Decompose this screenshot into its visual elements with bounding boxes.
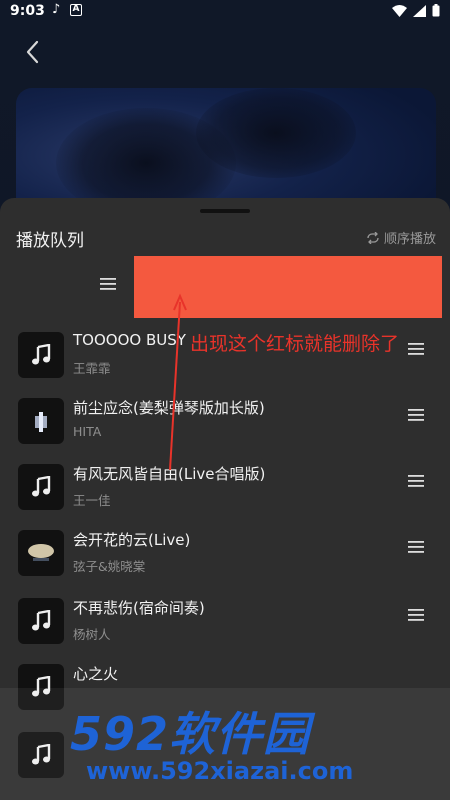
status-bar: 9:03 ♪ A	[0, 0, 450, 24]
drag-handle-icon[interactable]	[408, 540, 424, 554]
sheet-drag-handle[interactable]	[200, 209, 250, 213]
song-title: 会开花的云(Live)	[73, 531, 191, 549]
queue-item[interactable]: 不再悲伤(宿命间奏) 杨树人	[0, 594, 450, 652]
song-artist: 王一佳	[73, 493, 111, 508]
drag-handle-icon[interactable]	[408, 474, 424, 488]
song-artist: 王霏霏	[73, 361, 111, 376]
song-title: 不再悲伤(宿命间奏)	[73, 599, 205, 617]
song-thumbnail	[18, 464, 64, 510]
status-time: 9:03	[10, 3, 45, 19]
song-artist: HITA	[73, 424, 102, 439]
album-art-thumbnail	[18, 530, 64, 576]
signal-icon	[413, 4, 426, 17]
song-title: 有风无风皆自由(Live合唱版)	[73, 465, 266, 483]
song-artist: 弦子&姚晓棠	[73, 559, 146, 574]
play-order-label: 顺序播放	[383, 232, 436, 247]
play-order-button[interactable]: 顺序播放	[366, 228, 436, 247]
music-note-icon	[32, 344, 51, 365]
back-icon[interactable]	[22, 38, 44, 66]
music-note-icon: ♪	[52, 2, 61, 17]
album-art-figure-icon	[35, 412, 47, 432]
song-thumbnail	[18, 332, 64, 378]
song-title: 心之火	[73, 665, 119, 683]
app-notification-icon: A	[70, 4, 82, 16]
album-art-thumbnail	[18, 398, 64, 444]
queue-item[interactable]: 有风无风皆自由(Live合唱版) 王一佳	[0, 460, 450, 518]
music-note-icon	[32, 476, 51, 497]
music-note-icon	[32, 610, 51, 631]
queue-item[interactable]: 会开花的云(Live) 弦子&姚晓棠	[0, 526, 450, 584]
watermark-url: www.592xiazai.com	[86, 757, 354, 785]
song-title: TOOOOO BUSY	[73, 331, 186, 349]
watermark-logo: 592软件园	[70, 707, 311, 761]
drag-handle-icon[interactable]	[408, 342, 424, 356]
wifi-icon	[392, 4, 407, 17]
drag-handle-icon[interactable]	[408, 608, 424, 622]
album-art-badge-icon	[28, 544, 54, 561]
annotation-text: 出现这个红标就能删除了	[190, 333, 400, 355]
drag-handle-icon[interactable]	[100, 277, 116, 291]
song-title: 前尘应念(姜梨弹琴版加长版)	[73, 399, 265, 417]
sheet-title: 播放队列	[16, 231, 84, 251]
repeat-icon	[367, 231, 379, 244]
delete-red-mark[interactable]	[134, 256, 442, 318]
drag-handle-icon[interactable]	[408, 408, 424, 422]
battery-icon	[432, 4, 440, 17]
queue-item[interactable]: 前尘应念(姜梨弹琴版加长版) HITA	[0, 394, 450, 452]
song-thumbnail	[18, 598, 64, 644]
song-artist: 杨树人	[73, 627, 111, 642]
